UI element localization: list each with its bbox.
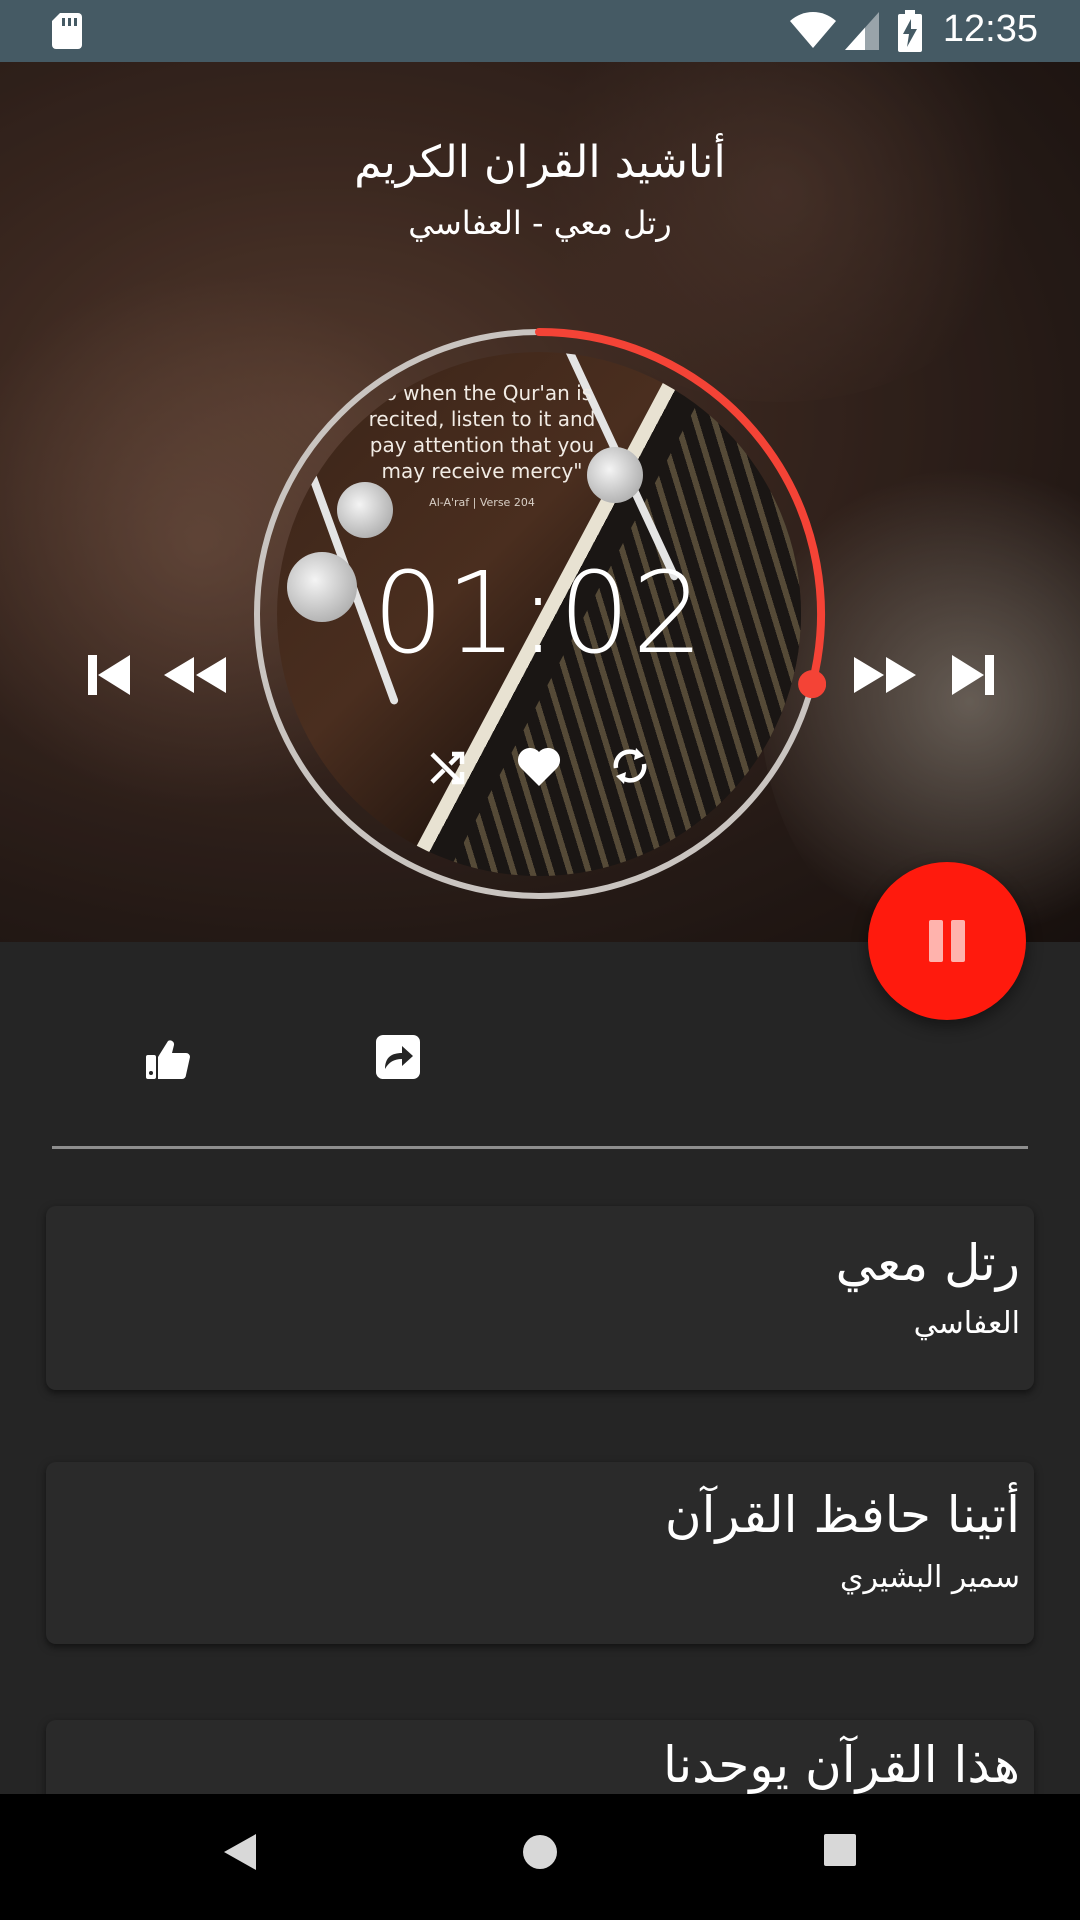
skip-next-icon[interactable] (944, 645, 1004, 705)
recents-icon[interactable] (822, 1832, 858, 1868)
divider (52, 1146, 1028, 1149)
track-title: هذا القرآن يوحدنا (663, 1736, 1020, 1794)
battery-charging-icon (898, 10, 922, 52)
status-bar: 12:35 (0, 0, 1080, 62)
wifi-icon (790, 12, 836, 48)
share-icon[interactable] (376, 1035, 420, 1079)
back-icon[interactable] (222, 1832, 258, 1872)
track-artist: العفاسي (913, 1306, 1020, 1341)
pause-button[interactable] (868, 862, 1026, 1020)
status-time: 12:35 (942, 8, 1038, 50)
album-disc: So when the Qur'an is recited, listen to… (252, 327, 826, 901)
list-item[interactable]: رتل معي العفاسي (46, 1206, 1034, 1390)
repeat-icon[interactable] (606, 742, 654, 790)
shuffle-icon[interactable] (424, 742, 472, 790)
fast-forward-icon[interactable] (850, 645, 922, 705)
elapsed-time: 01:02 (372, 549, 706, 679)
thumbs-up-icon[interactable] (144, 1035, 192, 1083)
player-background: أناشيد القران الكريم رتل معي - العفاسي S… (0, 62, 1080, 942)
skip-previous-icon[interactable] (78, 645, 138, 705)
heart-icon[interactable] (515, 742, 563, 790)
navigation-bar (0, 1794, 1080, 1920)
list-item[interactable]: أتينا حافظ القرآن سمير البشيري (46, 1462, 1034, 1644)
track-title: أتينا حافظ القرآن (664, 1486, 1020, 1544)
track-title: رتل معي (835, 1234, 1020, 1292)
home-icon[interactable] (520, 1832, 560, 1872)
track-artist: سمير البشيري (840, 1560, 1020, 1595)
pause-icon (929, 920, 943, 962)
track-subtitle: رتل معي - العفاسي (408, 204, 672, 242)
album-title: أناشيد القران الكريم (354, 137, 726, 188)
sd-card-icon (52, 13, 82, 49)
signal-icon (845, 12, 879, 50)
rewind-icon[interactable] (158, 645, 230, 705)
